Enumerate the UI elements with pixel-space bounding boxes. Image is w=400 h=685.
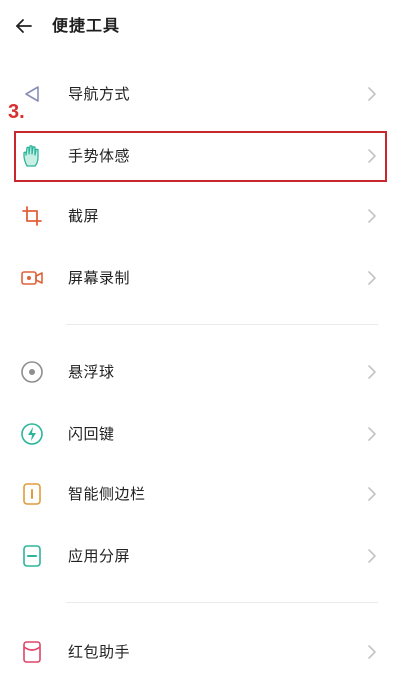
- chevron-right-icon: [368, 549, 376, 563]
- section-divider: [66, 324, 378, 325]
- chevron-right-icon: [368, 271, 376, 285]
- list-item-label: 红包助手: [68, 643, 131, 661]
- chevron-right-icon: [368, 87, 376, 101]
- arrow-left-icon: [16, 19, 32, 33]
- chevron-right-icon: [368, 209, 376, 223]
- list-item-label: 应用分屏: [68, 547, 131, 565]
- smart-sidebar-icon: [20, 482, 44, 506]
- list-item-label: 闪回键: [68, 425, 115, 443]
- list-item-split-screen[interactable]: 应用分屏: [0, 530, 400, 582]
- red-packet-icon: [20, 640, 44, 664]
- list-item-label: 屏幕录制: [68, 269, 131, 287]
- navigation-triangle-icon: [20, 82, 44, 106]
- list-item-smart-sidebar[interactable]: 智能侧边栏: [0, 468, 400, 520]
- split-screen-icon: [20, 544, 44, 568]
- list-item-screen-recording[interactable]: 屏幕录制: [0, 252, 400, 304]
- floating-ball-icon: [20, 360, 44, 384]
- chevron-right-icon: [368, 427, 376, 441]
- list-item-label: 截屏: [68, 207, 100, 225]
- list-item-label: 智能侧边栏: [68, 485, 146, 503]
- list-item-label: 悬浮球: [68, 363, 115, 381]
- chevron-right-icon: [368, 487, 376, 501]
- header-bar: 便捷工具: [0, 0, 400, 52]
- list-item-navigation-mode[interactable]: 导航方式: [0, 68, 400, 120]
- crop-screenshot-icon: [20, 204, 44, 228]
- chevron-right-icon: [368, 365, 376, 379]
- back-button[interactable]: [10, 12, 38, 40]
- list-item-label: 导航方式: [68, 85, 131, 103]
- list-item-screenshot[interactable]: 截屏: [0, 190, 400, 242]
- page-title: 便捷工具: [52, 16, 121, 35]
- video-record-icon: [20, 266, 44, 290]
- list-item-floating-ball[interactable]: 悬浮球: [0, 346, 400, 398]
- list-item-flash-back-key[interactable]: 闪回键: [0, 408, 400, 460]
- highlight-annotation-box: [14, 131, 387, 182]
- section-divider: [66, 602, 378, 603]
- list-item-red-packet-assistant[interactable]: 红包助手: [0, 626, 400, 678]
- chevron-right-icon: [368, 645, 376, 659]
- flash-back-icon: [20, 422, 44, 446]
